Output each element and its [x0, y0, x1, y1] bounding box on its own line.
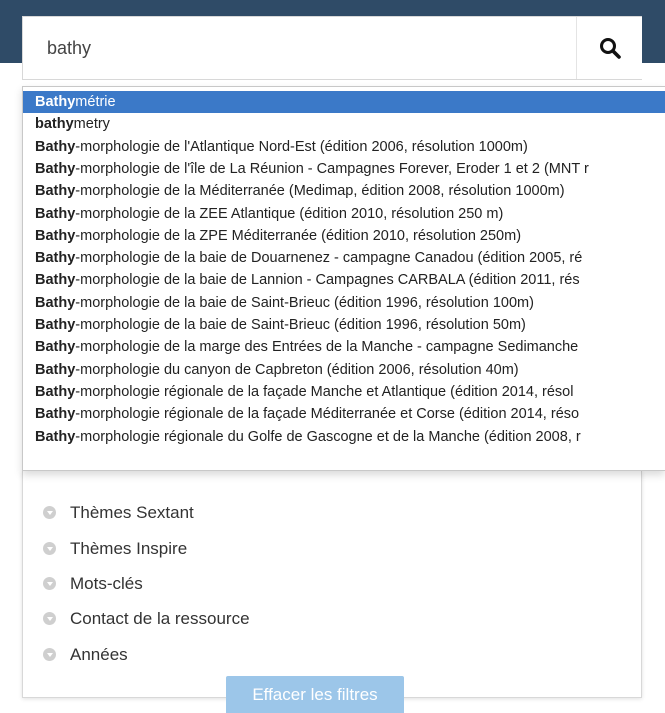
chevron-down-circle-icon: [43, 648, 56, 662]
suggestion-text: -morphologie de l'Atlantique Nord-Est (é…: [75, 138, 528, 155]
suggestion-match: bathy: [35, 116, 74, 133]
search-button[interactable]: [576, 17, 642, 79]
suggestion-item[interactable]: Bathy-morphologie de la ZPE Méditerranée…: [23, 225, 665, 247]
suggestion-text: métrie: [75, 94, 116, 110]
suggestion-match: Bathy: [35, 227, 76, 244]
suggestion-text: -morphologie régionale du Golfe de Gasco…: [75, 428, 581, 445]
chevron-down-circle-icon: [43, 506, 56, 520]
suggestion-text: -morphologie de la baie de Saint-Brieuc …: [75, 294, 534, 311]
suggestion-item[interactable]: Bathymétrie: [23, 91, 665, 113]
suggestion-item[interactable]: Bathy-morphologie de la baie de Saint-Br…: [23, 314, 665, 336]
search-box: [22, 16, 642, 80]
suggestion-match: Bathy: [35, 406, 76, 423]
suggestion-item[interactable]: Bathy-morphologie de la Méditerranée (Me…: [23, 180, 665, 202]
suggestion-item[interactable]: Bathy-morphologie de la baie de Lannion …: [23, 269, 665, 291]
suggestion-match: Bathy: [35, 339, 76, 356]
suggestion-match: Bathy: [35, 183, 76, 200]
clear-filters-button[interactable]: Effacer les filtres: [226, 676, 404, 713]
facet-annees[interactable]: Années: [43, 643, 128, 667]
suggestion-item[interactable]: Bathy-morphologie de la ZEE Atlantique (…: [23, 203, 665, 225]
chevron-down-circle-icon: [43, 577, 56, 591]
suggestion-item[interactable]: bathymetry: [23, 113, 665, 135]
facet-label: Thèmes Sextant: [70, 503, 194, 522]
suggestion-text: -morphologie de la baie de Douarnenez - …: [75, 250, 583, 267]
suggestion-text: -morphologie de la ZEE Atlantique (éditi…: [75, 205, 504, 222]
suggestion-text: metry: [73, 116, 110, 133]
suggestion-match: Bathy: [35, 205, 76, 222]
suggestion-item[interactable]: Bathy-morphologie de la baie de Saint-Br…: [23, 292, 665, 314]
suggestion-match: Bathy: [35, 383, 76, 400]
search-input[interactable]: [23, 17, 576, 79]
suggestion-item[interactable]: Bathy-morphologie de l'île de La Réunion…: [23, 158, 665, 180]
facet-label: Thèmes Inspire: [70, 539, 188, 558]
suggestion-text: -morphologie du canyon de Capbreton (édi…: [75, 361, 519, 378]
suggestion-item[interactable]: Bathy-morphologie du canyon de Capbreton…: [23, 359, 665, 381]
suggestion-match: Bathy: [35, 138, 76, 155]
suggestion-text: -morphologie de la marge des Entrées de …: [75, 339, 579, 356]
autocomplete-dropdown: Bathymétrie bathymetry Bathy-morphologie d…: [22, 86, 665, 471]
suggestion-match: Bathy: [35, 428, 76, 445]
facet-themes-inspire[interactable]: Thèmes Inspire: [43, 537, 187, 561]
suggestion-match: Bathy: [35, 294, 76, 311]
suggestion-match: Bathy: [35, 94, 76, 110]
suggestion-item[interactable]: Bathy-morphologie régionale du Golfe de …: [23, 426, 665, 448]
suggestion-item[interactable]: Bathy-morphologie de la baie de Douarnen…: [23, 247, 665, 269]
suggestion-match: Bathy: [35, 272, 76, 289]
search-icon: [600, 38, 621, 59]
suggestion-text: -morphologie de l'île de La Réunion - Ca…: [75, 160, 589, 177]
suggestion-text: -morphologie de la ZPE Méditerranée (édi…: [75, 227, 522, 244]
suggestion-text: -morphologie de la baie de Lannion - Cam…: [75, 272, 580, 289]
filter-panel: Thèmes Sextant Thèmes Inspire Mots-clés …: [22, 471, 642, 698]
facet-label: Années: [70, 645, 128, 664]
facet-label: Contact de la ressource: [70, 609, 250, 628]
suggestion-item[interactable]: Bathy-morphologie de l'Atlantique Nord-E…: [23, 136, 665, 158]
suggestion-match: Bathy: [35, 160, 76, 177]
suggestion-match: Bathy: [35, 250, 76, 267]
facet-themes-sextant[interactable]: Thèmes Sextant: [43, 501, 194, 525]
facet-mots-cles[interactable]: Mots-clés: [43, 572, 143, 596]
chevron-down-circle-icon: [43, 612, 56, 626]
suggestion-match: Bathy: [35, 317, 76, 333]
chevron-down-circle-icon: [43, 542, 56, 556]
suggestion-text: -morphologie de la Méditerranée (Medimap…: [75, 183, 565, 200]
facet-contact[interactable]: Contact de la ressource: [43, 607, 250, 631]
facet-label: Mots-clés: [70, 574, 143, 593]
suggestion-item[interactable]: Bathy-morphologie régionale de la façade…: [23, 381, 665, 403]
suggestion-item[interactable]: Bathy-morphologie de la marge des Entrée…: [23, 336, 665, 358]
suggestion-text: -morphologie régionale de la façade Manc…: [75, 383, 574, 400]
suggestion-text: -morphologie de la baie de Saint-Brieuc …: [75, 317, 526, 333]
suggestion-text: -morphologie régionale de la façade Médi…: [75, 406, 580, 423]
suggestion-item[interactable]: Bathy-morphologie régionale de la façade…: [23, 403, 665, 425]
suggestion-match: Bathy: [35, 361, 76, 378]
